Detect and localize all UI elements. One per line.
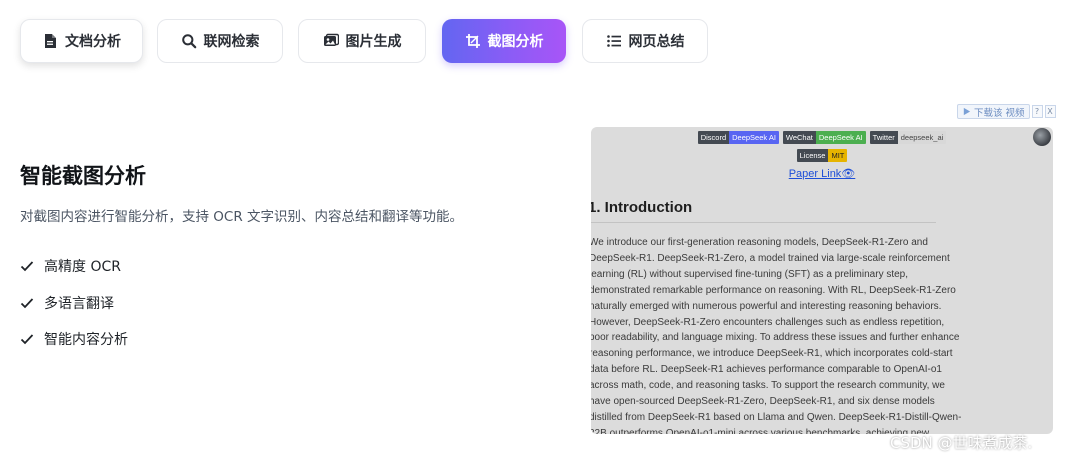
document-icon xyxy=(45,34,56,48)
body-line: across math, code, and reasoning tasks. … xyxy=(591,380,945,392)
body-line: demonstrated remarkable performance on r… xyxy=(591,284,956,296)
help-button[interactable]: ? xyxy=(1031,105,1043,118)
intro-body: We introduce our first-generation reason… xyxy=(591,235,999,434)
body-line: have open-sourced DeepSeek-R1-Zero, Deep… xyxy=(591,396,935,408)
watermark: CSDN @世味煮成茶. xyxy=(890,434,1033,452)
tab-web-search[interactable]: 联网检索 xyxy=(157,19,283,63)
check-icon xyxy=(20,298,34,309)
body-line: DeepSeek-R1. DeepSeek-R1-Zero, a model t… xyxy=(591,252,950,264)
search-icon xyxy=(181,34,196,49)
tab-image-generation[interactable]: 图片生成 xyxy=(298,19,426,63)
twitter-badge[interactable]: Twitter deepseek_ai xyxy=(869,131,947,144)
wechat-badge[interactable]: WeChat DeepSeek AI xyxy=(782,131,866,144)
feature-item: 多语言翻译 xyxy=(20,285,128,322)
discord-badge[interactable]: Discord DeepSeek AI xyxy=(697,131,779,144)
feature-item: 智能内容分析 xyxy=(20,321,128,358)
badge-row: License MIT xyxy=(591,149,1053,162)
divider xyxy=(591,222,936,223)
check-icon xyxy=(20,261,34,272)
feature-item: 高精度 OCR xyxy=(20,248,128,285)
paper-link[interactable]: Paper Link👁 xyxy=(591,167,1053,180)
body-line: However, DeepSeek-R1-Zero encounters cha… xyxy=(591,316,945,328)
feature-title: 智能截图分析 xyxy=(20,164,146,188)
crop-icon xyxy=(465,34,480,48)
download-video-button[interactable]: 下载该 视频 xyxy=(957,104,1030,119)
tab-label: 网页总结 xyxy=(628,34,685,50)
body-line: We introduce our first-generation reason… xyxy=(591,237,928,248)
intro-heading: 1. Introduction xyxy=(591,199,693,216)
check-icon xyxy=(20,334,34,345)
tab-label: 截图分析 xyxy=(487,34,544,50)
screenshot-preview: Discord DeepSeek AI WeChat DeepSeek AI Twi… xyxy=(591,127,1053,434)
video-download-bar: 下载该 视频 ? X xyxy=(957,104,1056,119)
body-line: distilled from DeepSeek-R1 based on Llam… xyxy=(591,411,962,423)
tab-label: 图片生成 xyxy=(345,34,402,50)
list-icon xyxy=(606,35,621,47)
tab-label: 文档分析 xyxy=(65,34,121,50)
image-icon xyxy=(323,33,339,46)
tab-label: 联网检索 xyxy=(203,34,260,50)
badge-row: Discord DeepSeek AI WeChat DeepSeek AI Twi… xyxy=(591,131,1053,144)
body-line: poor readability, and language mixing. T… xyxy=(591,332,960,344)
close-button[interactable]: X xyxy=(1044,105,1056,118)
body-line: naturally emerged with numerous powerful… xyxy=(591,300,942,312)
feature-description: 对截图内容进行智能分析，支持 OCR 文字识别、内容总结和翻译等功能。 xyxy=(20,209,464,225)
feature-list: 高精度 OCR 多语言翻译 智能内容分析 xyxy=(20,248,128,358)
download-video-label: 下载该 视频 xyxy=(974,107,1025,119)
feature-item-label: 多语言翻译 xyxy=(44,295,114,312)
tab-document-analysis[interactable]: 文档分析 xyxy=(20,19,143,63)
tab-screenshot-analysis[interactable]: 截图分析 xyxy=(442,19,566,63)
license-badge[interactable]: License MIT xyxy=(796,149,848,162)
body-line: learning (RL) without supervised fine-tu… xyxy=(591,268,909,280)
feature-item-label: 智能内容分析 xyxy=(44,332,128,349)
body-line: data before RL. DeepSeek-R1 achieves per… xyxy=(591,364,942,376)
tab-webpage-summary[interactable]: 网页总结 xyxy=(582,19,708,63)
body-line: reasoning performance, we introduce Deep… xyxy=(591,348,953,360)
play-icon xyxy=(963,107,971,116)
feature-item-label: 高精度 OCR xyxy=(44,259,121,276)
